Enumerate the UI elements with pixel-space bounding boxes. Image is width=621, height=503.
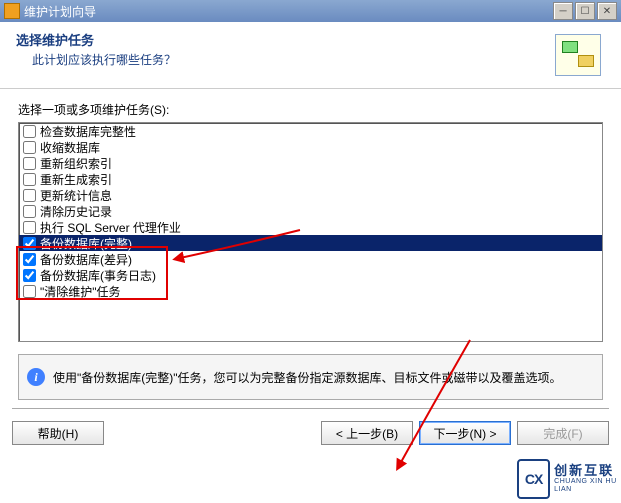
description-text: 使用"备份数据库(完整)"任务，您可以为完整备份指定源数据库、目标文件或磁带以及… <box>53 369 562 386</box>
wizard-header: 选择维护任务 此计划应该执行哪些任务？ <box>0 22 621 89</box>
app-icon <box>4 3 20 19</box>
title-bar: 维护计划向导 ─ ☐ ✕ <box>0 0 621 22</box>
task-label: 检查数据库完整性 <box>40 123 136 140</box>
wizard-banner-icon <box>555 34 601 76</box>
task-checkbox[interactable] <box>23 269 36 282</box>
task-label: 重新生成索引 <box>40 171 112 188</box>
task-item[interactable]: 清除历史记录 <box>19 203 602 219</box>
task-checkbox[interactable] <box>23 221 36 234</box>
task-item[interactable]: 执行 SQL Server 代理作业 <box>19 219 602 235</box>
task-item[interactable]: 备份数据库(事务日志) <box>19 267 602 283</box>
minimize-button[interactable]: ─ <box>553 2 573 20</box>
watermark: CX 创新互联 CHUANG XIN HU LIAN <box>517 457 621 501</box>
task-checkbox[interactable] <box>23 173 36 186</box>
task-label: 清除历史记录 <box>40 203 112 220</box>
task-item[interactable]: "清除维护"任务 <box>19 283 602 299</box>
back-button[interactable]: < 上一步(B) <box>321 421 413 445</box>
task-checkbox[interactable] <box>23 237 36 250</box>
task-label: 备份数据库(差异) <box>40 251 132 268</box>
description-box: i 使用"备份数据库(完整)"任务，您可以为完整备份指定源数据库、目标文件或磁带… <box>18 354 603 400</box>
help-button[interactable]: 帮助(H) <box>12 421 104 445</box>
watermark-text-cn: 创新互联 <box>554 464 621 478</box>
task-label: 收缩数据库 <box>40 139 100 156</box>
watermark-logo: CX <box>517 459 550 499</box>
task-item[interactable]: 重新组织索引 <box>19 155 602 171</box>
watermark-text-en: CHUANG XIN HU LIAN <box>554 478 621 493</box>
content-area: 选择一项或多项维护任务(S): 检查数据库完整性收缩数据库重新组织索引重新生成索… <box>0 89 621 350</box>
task-label: 执行 SQL Server 代理作业 <box>40 219 181 236</box>
finish-button: 完成(F) <box>517 421 609 445</box>
task-listbox[interactable]: 检查数据库完整性收缩数据库重新组织索引重新生成索引更新统计信息清除历史记录执行 … <box>18 122 603 342</box>
task-label: "清除维护"任务 <box>40 283 121 300</box>
task-label: 更新统计信息 <box>40 187 112 204</box>
task-label: 备份数据库(事务日志) <box>40 267 156 284</box>
task-item[interactable]: 更新统计信息 <box>19 187 602 203</box>
page-subtitle: 此计划应该执行哪些任务？ <box>16 51 555 68</box>
task-checkbox[interactable] <box>23 253 36 266</box>
next-button[interactable]: 下一步(N) > <box>419 421 511 445</box>
task-checkbox[interactable] <box>23 157 36 170</box>
task-item[interactable]: 备份数据库(差异) <box>19 251 602 267</box>
task-checkbox[interactable] <box>23 205 36 218</box>
task-item[interactable]: 重新生成索引 <box>19 171 602 187</box>
task-label: 备份数据库(完整) <box>40 235 132 252</box>
task-checkbox[interactable] <box>23 189 36 202</box>
task-item[interactable]: 收缩数据库 <box>19 139 602 155</box>
task-checkbox[interactable] <box>23 125 36 138</box>
task-item[interactable]: 检查数据库完整性 <box>19 123 602 139</box>
page-title: 选择维护任务 <box>16 30 555 49</box>
separator <box>12 408 609 409</box>
maximize-button[interactable]: ☐ <box>575 2 595 20</box>
button-row: 帮助(H) < 上一步(B) 下一步(N) > 完成(F) <box>0 415 621 455</box>
info-icon: i <box>27 368 45 386</box>
task-checkbox[interactable] <box>23 285 36 298</box>
list-label: 选择一项或多项维护任务(S): <box>18 101 603 118</box>
close-button[interactable]: ✕ <box>597 2 617 20</box>
task-label: 重新组织索引 <box>40 155 112 172</box>
window-title: 维护计划向导 <box>24 3 96 20</box>
task-checkbox[interactable] <box>23 141 36 154</box>
task-item[interactable]: 备份数据库(完整) <box>19 235 602 251</box>
